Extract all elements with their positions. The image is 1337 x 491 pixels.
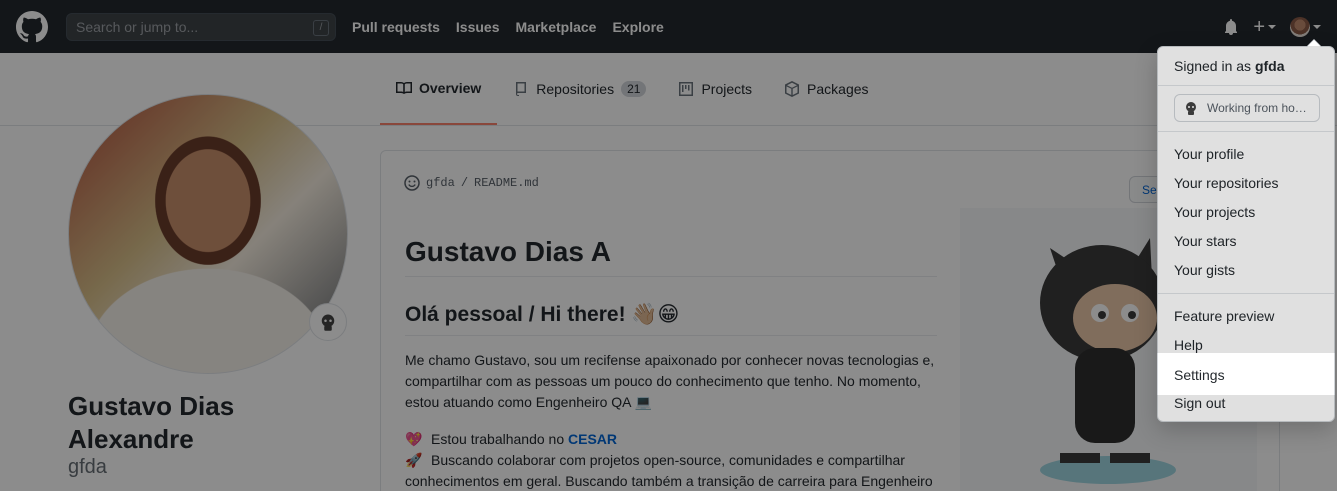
- smiley-icon: [404, 175, 420, 191]
- readme-item-text: Estou trabalhando no: [431, 431, 568, 447]
- signed-in-label: Signed in as gfda: [1174, 58, 1285, 74]
- tab-repositories[interactable]: Repositories 21: [497, 53, 662, 125]
- readme-intro: Me chamo Gustavo, sou um recifense apaix…: [405, 352, 935, 410]
- user-dropdown-menu: Signed in as gfda Working from ho… Your …: [1157, 39, 1335, 422]
- search-input[interactable]: [67, 14, 335, 40]
- profile-username: gfda: [68, 456, 107, 478]
- octocat-icon: [321, 314, 335, 331]
- readme-subheading: Olá pessoal / Hi there! 👋🏼😁: [405, 302, 937, 336]
- top-header: / Pull requests Issues Marketplace Explo…: [0, 0, 1337, 53]
- menu-your-profile[interactable]: Your profile: [1158, 140, 1334, 169]
- avatar: [1290, 16, 1310, 37]
- menu-divider: [1158, 293, 1334, 294]
- menu-your-repositories[interactable]: Your repositories: [1158, 169, 1334, 198]
- header-nav: Pull requests Issues Marketplace Explore: [352, 0, 680, 53]
- menu-divider: [1158, 85, 1334, 86]
- tab-packages[interactable]: Packages: [768, 53, 884, 125]
- tab-label: Repositories: [536, 81, 615, 97]
- signed-in-user: gfda: [1254, 58, 1285, 74]
- tab-label: Overview: [419, 80, 482, 96]
- tab-projects[interactable]: Projects: [662, 53, 768, 125]
- heart-icon: 💖: [405, 431, 423, 447]
- readme-path-separator: /: [460, 176, 469, 190]
- cesar-link[interactable]: CESAR: [568, 431, 617, 447]
- tab-label: Projects: [701, 81, 753, 97]
- search-shortcut-hint: /: [313, 20, 329, 36]
- user-menu-button[interactable]: [1290, 16, 1321, 37]
- package-icon: [785, 81, 800, 97]
- plus-icon: +: [1253, 15, 1265, 38]
- chevron-down-icon: [1313, 24, 1321, 29]
- menu-your-projects[interactable]: Your projects: [1158, 198, 1334, 227]
- menu-divider: [1158, 131, 1334, 132]
- readme-list-item: 🚀 Buscando colaborar com projetos open-so…: [405, 450, 945, 491]
- book-icon: [396, 82, 412, 94]
- set-status-button[interactable]: Working from ho…: [1174, 94, 1320, 122]
- signed-in-prefix: Signed in as: [1174, 58, 1252, 74]
- menu-feature-preview[interactable]: Feature preview: [1158, 302, 1334, 331]
- profile-full-name: Gustavo Dias Alexandre: [68, 391, 235, 454]
- nav-explore[interactable]: Explore: [612, 19, 663, 35]
- menu-your-stars[interactable]: Your stars: [1158, 227, 1334, 256]
- rocket-icon: 🚀: [405, 452, 423, 468]
- status-text: Working from ho…: [1207, 101, 1307, 115]
- create-new-button[interactable]: +: [1253, 15, 1276, 38]
- tab-label: Packages: [807, 81, 869, 97]
- project-icon: [679, 82, 694, 96]
- octocat-icon: [1186, 102, 1196, 115]
- repo-count-badge: 21: [621, 81, 647, 97]
- readme-path: gfda / README.md: [404, 175, 539, 191]
- nav-marketplace[interactable]: Marketplace: [516, 19, 597, 35]
- tab-overview[interactable]: Overview: [380, 53, 498, 125]
- chevron-down-icon: [1268, 24, 1276, 29]
- menu-your-gists[interactable]: Your gists: [1158, 256, 1334, 285]
- repo-icon: [516, 82, 527, 96]
- nav-pull-requests[interactable]: Pull requests: [352, 19, 440, 35]
- status-button[interactable]: [309, 303, 347, 341]
- github-logo-icon[interactable]: [16, 11, 48, 43]
- menu-sign-out[interactable]: Sign out: [1158, 389, 1334, 418]
- readme-path-file[interactable]: README.md: [474, 176, 539, 190]
- profile-avatar[interactable]: [68, 94, 348, 374]
- profile-tabs: Overview Repositories 21 Projects Packag…: [380, 53, 885, 126]
- bell-icon[interactable]: [1223, 18, 1239, 35]
- readme-list-item: 💖 Estou trabalhando no CESAR: [405, 429, 945, 450]
- readme-item-text: Buscando colaborar com projetos open-sou…: [405, 452, 933, 489]
- readme-heading: Gustavo Dias A: [405, 236, 937, 277]
- search-box[interactable]: /: [66, 13, 336, 41]
- readme-path-user[interactable]: gfda: [426, 176, 455, 190]
- nav-issues[interactable]: Issues: [456, 19, 500, 35]
